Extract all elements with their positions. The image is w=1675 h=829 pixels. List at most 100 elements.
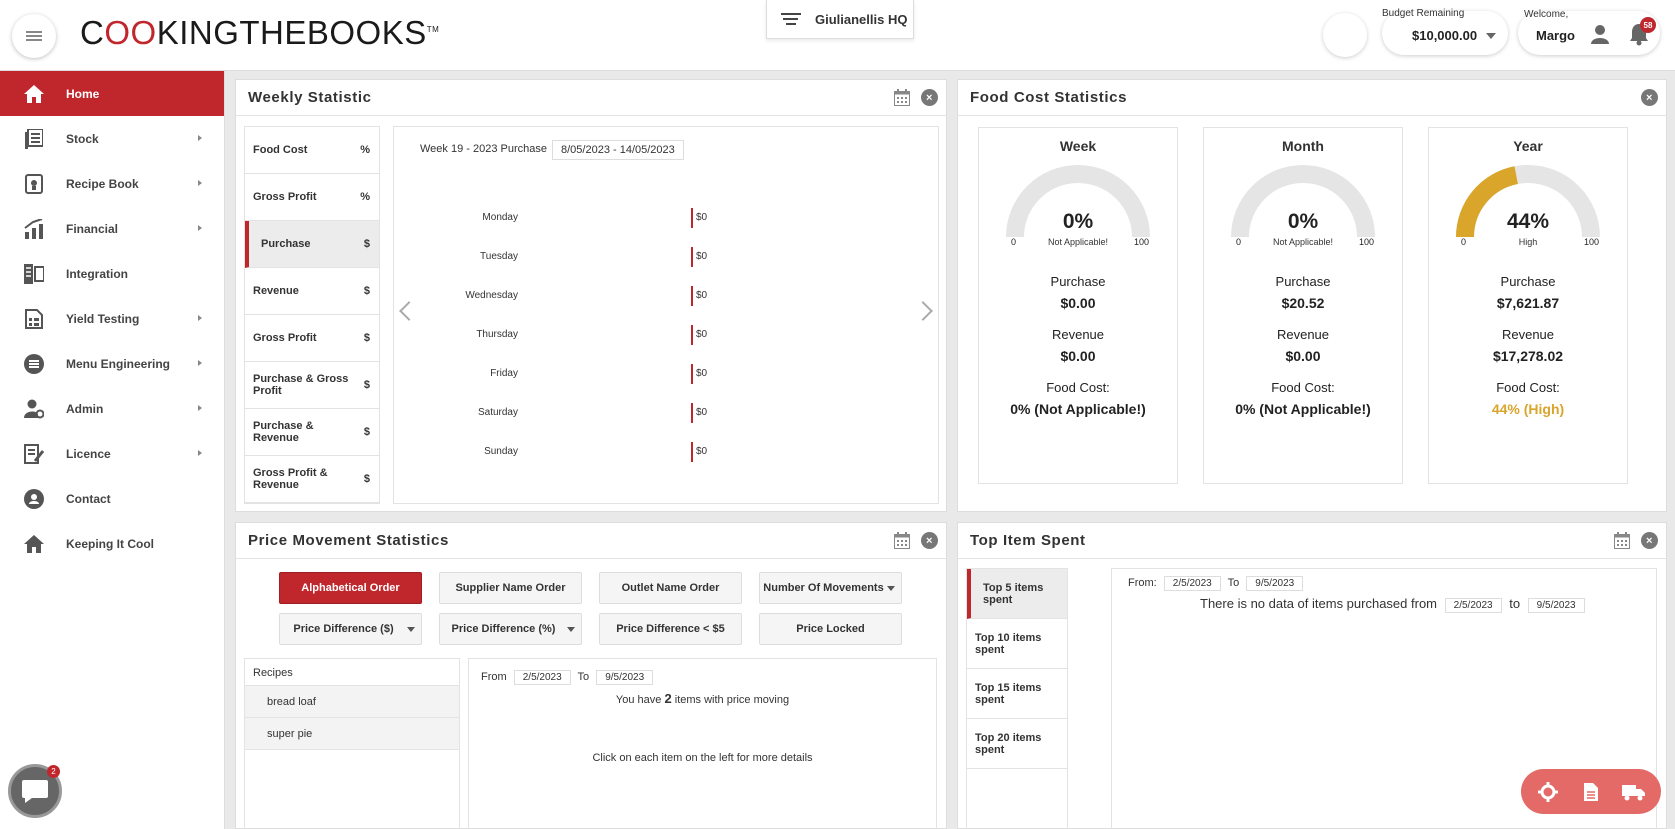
menu-toggle-button[interactable] (12, 14, 56, 58)
delivery-truck-icon[interactable] (1621, 780, 1646, 804)
user-name: Margo (1536, 28, 1575, 43)
tab-label: Food Cost (253, 144, 308, 156)
quick-action-button[interactable] (1323, 13, 1367, 57)
no-data-message: There is no data of items purchased from… (1200, 596, 1589, 613)
to-label: To (577, 671, 590, 683)
from-date-input[interactable]: 2/5/2023 (1163, 576, 1221, 591)
price-movement-panel: Price Movement Statistics × Alphabetical… (235, 522, 947, 829)
recipe-list: Recipes bread loaf super pie (244, 658, 460, 829)
sidebar-item-recipe-book[interactable]: Recipe Book (0, 161, 224, 206)
sidebar-item-home[interactable]: Home (0, 71, 224, 116)
period-label: Year (1513, 138, 1543, 154)
sidebar-item-contact[interactable]: Contact (0, 476, 224, 521)
to-date-input[interactable]: 9/5/2023 (1246, 576, 1304, 591)
recipe-list-item[interactable]: bread loaf (245, 686, 459, 718)
day-value: $0 (696, 212, 708, 223)
recipe-list-item[interactable]: super pie (245, 718, 459, 750)
weekly-tab[interactable]: Gross Profit $ (245, 315, 379, 362)
food-cost-card-month: Month 0% 0 Not Applicable! 100 Purchase $20.52… (1203, 127, 1403, 484)
weekly-tab[interactable]: Revenue $ (245, 268, 379, 315)
close-icon[interactable]: × (1641, 532, 1658, 549)
chevron-down-icon (407, 627, 415, 632)
sidebar-item-licence[interactable]: Licence (0, 431, 224, 476)
tab-unit: $ (363, 426, 370, 438)
weekly-tab[interactable]: Purchase & Revenue $ (245, 409, 379, 456)
sidebar-item-keeping-it-cool[interactable]: Keeping It Cool (0, 521, 224, 566)
from-date-input[interactable]: 2/5/2023 (513, 670, 571, 685)
close-icon[interactable]: × (921, 532, 938, 549)
sidebar-item-label: Financial (66, 221, 119, 236)
close-icon[interactable]: × (921, 89, 938, 106)
integration-icon (24, 263, 44, 284)
gauge-max: 100 (1583, 237, 1599, 247)
day-value: $0 (696, 290, 708, 301)
chart-bar (691, 325, 693, 345)
price-difference-button[interactable]: Price Difference (%) (439, 613, 582, 645)
chart-bar (691, 247, 693, 267)
chevron-right-icon (198, 405, 202, 411)
weekly-tab[interactable]: Food Cost% (245, 127, 379, 174)
calendar-icon[interactable] (894, 532, 910, 549)
close-icon[interactable]: × (1641, 89, 1658, 106)
button-label: Supplier Name Order (455, 581, 566, 594)
sidebar-item-menu-engineering[interactable]: Menu Engineering (0, 341, 224, 386)
supplier-name-order-button[interactable]: Supplier Name Order (439, 572, 582, 604)
sidebar-nav: Home Stock Recipe Book Financial Integration… (0, 71, 225, 829)
price-difference-button[interactable]: Price Difference ($) (279, 613, 422, 645)
app-logo[interactable]: COOKINGTHEBOOKSTM (80, 14, 439, 52)
top-item-tab[interactable]: Top 15 items spent (967, 669, 1067, 719)
tab-unit: % (360, 144, 370, 156)
food-cost-gauge: 44% 0 High 100 (1453, 162, 1603, 247)
price-difference-5-button[interactable]: Price Difference < $5 (599, 613, 742, 645)
weekly-tab[interactable]: Purchase & Gross Profit $ (245, 362, 379, 409)
weekly-tab[interactable]: Purchase $ (245, 221, 379, 268)
revenue-value: $0.00 (1060, 348, 1096, 364)
weekly-tab[interactable]: Gross Profit & Revenue $ (245, 456, 379, 503)
top-item-tab[interactable]: Top 20 items spent (967, 719, 1067, 769)
to-label: To (1227, 577, 1240, 589)
calendar-icon[interactable] (1614, 532, 1630, 549)
top-item-tab[interactable]: Top 10 items spent (967, 619, 1067, 669)
button-label: Alphabetical Order (301, 581, 400, 594)
day-label: Wednesday (465, 290, 518, 301)
tab-label: Gross Profit (253, 191, 317, 203)
sidebar-item-admin[interactable]: Admin (0, 386, 224, 431)
sidebar-item-label: Admin (66, 401, 104, 416)
chevron-down-icon (887, 586, 895, 591)
budget-dropdown[interactable]: Budget Remaining $10,000.00 (1382, 8, 1508, 55)
top-item-tab[interactable]: Top 5 items spent (967, 569, 1067, 619)
sidebar-item-integration[interactable]: Integration (0, 251, 224, 296)
gauge-status: Not Applicable! (1047, 237, 1109, 247)
gear-icon[interactable] (1536, 780, 1560, 804)
alphabetical-order-button[interactable]: Alphabetical Order (279, 572, 422, 604)
sidebar-item-yield-testing[interactable]: Yield Testing (0, 296, 224, 341)
top-item-tab-list: Top 5 items spent Top 10 items spent Top 1… (966, 568, 1068, 829)
chevron-right-icon (198, 315, 202, 321)
weekly-chart: Week 19 - 2023 Purchase 8/05/2023 - 14/0… (393, 126, 939, 504)
purchase-label: Purchase (1500, 274, 1556, 289)
day-value: $0 (696, 407, 708, 418)
tab-label: Revenue (253, 285, 299, 297)
date-range[interactable]: 8/05/2023 - 14/05/2023 (552, 140, 684, 160)
revenue-label: Revenue (1501, 327, 1555, 342)
purchase-value: $0.00 (1060, 295, 1096, 311)
outlet-selector[interactable]: Giulianellis HQ (766, 0, 914, 39)
panel-title: Top Item Spent (970, 532, 1086, 549)
to-date-input[interactable]: 9/5/2023 (596, 670, 654, 685)
sidebar-item-label: Recipe Book (66, 176, 139, 191)
chat-bubble-icon (22, 780, 48, 803)
calendar-icon[interactable] (894, 89, 910, 106)
gauge-max: 100 (1358, 237, 1374, 247)
document-icon[interactable] (1579, 780, 1603, 804)
user-icon[interactable] (1590, 24, 1610, 44)
tab-unit: $ (363, 379, 370, 391)
purchase-label: Purchase (1050, 274, 1106, 289)
weekly-tab[interactable]: Gross Profit% (245, 174, 379, 221)
sidebar-item-stock[interactable]: Stock (0, 116, 224, 161)
chart-title: Week 19 - 2023 Purchase (420, 143, 547, 155)
panel-title: Weekly Statistic (248, 89, 372, 106)
number-of-movements-button[interactable]: Number Of Movements (759, 572, 902, 604)
price-locked-button[interactable]: Price Locked (759, 613, 902, 645)
outlet-name-order-button[interactable]: Outlet Name Order (599, 572, 742, 604)
sidebar-item-financial[interactable]: Financial (0, 206, 224, 251)
